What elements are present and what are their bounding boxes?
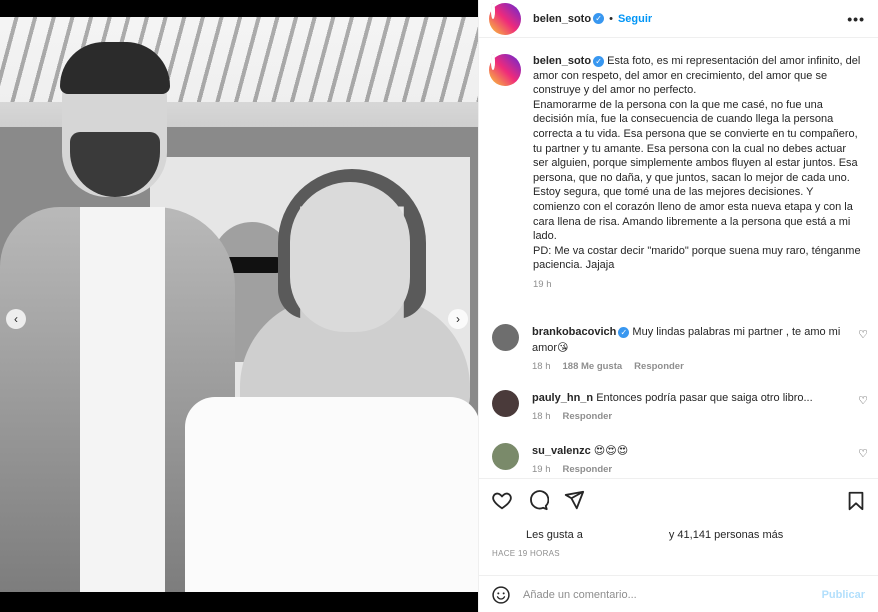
verified-icon: ✓ bbox=[593, 55, 605, 67]
caption-time: 19 h bbox=[533, 278, 552, 290]
author-avatar[interactable] bbox=[489, 2, 521, 35]
bookmark-icon[interactable] bbox=[845, 490, 867, 512]
follow-button[interactable]: Seguir bbox=[618, 13, 652, 25]
likes-prefix: Les gusta a bbox=[526, 529, 583, 541]
separator-dot: • bbox=[609, 12, 613, 25]
heart-icon[interactable] bbox=[491, 489, 513, 511]
share-icon[interactable] bbox=[563, 489, 585, 511]
comment: su_valenzc 😍😍😍 19 h Responder ♡ bbox=[479, 443, 878, 476]
more-options-icon[interactable]: ••• bbox=[847, 11, 865, 27]
comment-icon[interactable] bbox=[527, 489, 549, 511]
add-comment-bar: Añade un comentario... Publicar bbox=[479, 575, 878, 612]
caption-text-3: Estoy segura, que tomé una de las mejore… bbox=[533, 186, 853, 243]
post-image[interactable]: ‹ › bbox=[0, 17, 478, 592]
like-comment-heart-icon[interactable]: ♡ bbox=[858, 447, 868, 460]
comment-username[interactable]: su_valenzc bbox=[532, 445, 591, 457]
comment: pauly_hn_n Entonces podría pasar que sai… bbox=[479, 390, 878, 425]
comments-section[interactable]: belen_soto ✓ Esta foto, es mi representac… bbox=[479, 46, 878, 476]
carousel-dot bbox=[227, 591, 232, 592]
commenter-avatar[interactable] bbox=[492, 324, 519, 351]
reply-button[interactable]: Responder bbox=[563, 462, 613, 476]
commenter-avatar[interactable] bbox=[492, 443, 519, 470]
publish-button[interactable]: Publicar bbox=[822, 589, 865, 601]
post-panel: belen_soto ✓ • Seguir ••• belen_soto ✓ Es… bbox=[478, 0, 878, 612]
comment-text: 😍😍😍 bbox=[593, 445, 629, 457]
caption: belen_soto ✓ Esta foto, es mi representac… bbox=[479, 46, 878, 293]
image-bride-dress bbox=[185, 397, 478, 592]
emoji-icon[interactable] bbox=[491, 585, 511, 605]
caption-username[interactable]: belen_soto bbox=[533, 55, 591, 67]
carousel-next-button[interactable]: › bbox=[448, 309, 468, 329]
carousel-dot bbox=[243, 591, 248, 592]
like-comment-heart-icon[interactable]: ♡ bbox=[858, 328, 868, 341]
likes-count[interactable]: y 41,141 personas más bbox=[669, 529, 783, 541]
liker-avatar bbox=[491, 525, 511, 545]
carousel-prev-button[interactable]: ‹ bbox=[6, 309, 26, 329]
post-header: belen_soto ✓ • Seguir ••• bbox=[479, 0, 878, 38]
reply-button[interactable]: Responder bbox=[634, 359, 684, 375]
comment-text: Entonces podría pasar que saiga otro lib… bbox=[596, 392, 813, 404]
comment: brankobacovich ✓ Muy lindas palabras mi p… bbox=[479, 324, 878, 375]
like-comment-heart-icon[interactable]: ♡ bbox=[858, 394, 868, 407]
carousel-dots bbox=[227, 591, 248, 592]
post-actions: Les gusta a y 41,141 personas más HACE 1… bbox=[479, 478, 878, 612]
comment-username[interactable]: brankobacovich bbox=[532, 326, 616, 338]
comment-input[interactable]: Añade un comentario... bbox=[523, 589, 822, 601]
caption-text-2: Enamorarme de la persona con la que me c… bbox=[533, 98, 858, 184]
verified-icon: ✓ bbox=[618, 326, 630, 338]
comment-time: 18 h bbox=[532, 411, 551, 422]
post-time-ago: HACE 19 HORAS bbox=[492, 549, 560, 558]
carousel-dot-active bbox=[235, 591, 240, 592]
image-bride-face bbox=[290, 182, 410, 332]
caption-text-4: PD: Me va costar decir "marido" porque s… bbox=[533, 244, 861, 272]
comment-time: 18 h bbox=[532, 361, 551, 372]
comment-time: 19 h bbox=[532, 464, 551, 475]
image-groom-shirt bbox=[80, 207, 165, 592]
comment-likes[interactable]: 188 Me gusta bbox=[563, 359, 623, 375]
reply-button[interactable]: Responder bbox=[563, 409, 613, 425]
verified-icon: ✓ bbox=[593, 13, 605, 24]
likes-summary[interactable]: Les gusta a y 41,141 personas más bbox=[491, 525, 783, 545]
commenter-avatar[interactable] bbox=[492, 390, 519, 417]
comment-username[interactable]: pauly_hn_n bbox=[532, 392, 593, 404]
caption-avatar[interactable] bbox=[489, 54, 521, 86]
author-username[interactable]: belen_soto bbox=[533, 13, 591, 25]
